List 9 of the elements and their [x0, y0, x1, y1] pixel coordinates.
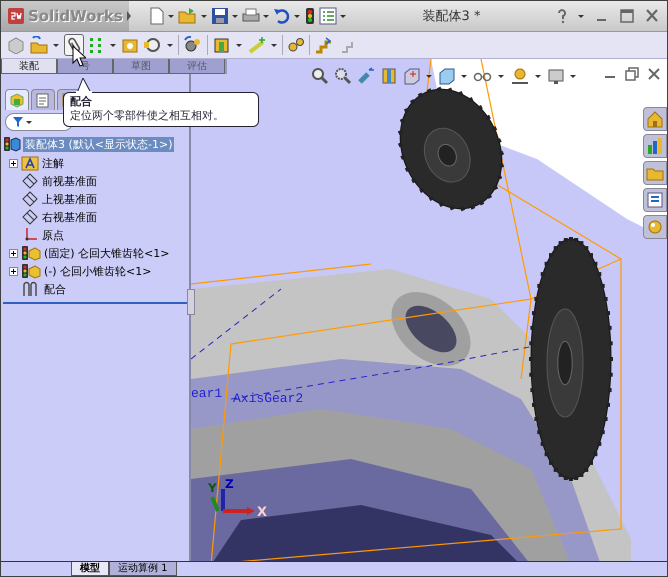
- tooltip-title: 配合: [70, 95, 93, 109]
- triad-label: X: [257, 505, 268, 520]
- axis-label: AxisGear2: [233, 391, 304, 406]
- triad-label: Z: [225, 477, 234, 491]
- window-title: 装配体3 *: [422, 8, 482, 25]
- triad-label: Y: [208, 481, 217, 495]
- tooltip-description: 定位两个零部件使之相互相对。: [70, 109, 224, 122]
- axis-label: ear1: [191, 386, 222, 401]
- app-name: SolidWorks: [28, 7, 123, 25]
